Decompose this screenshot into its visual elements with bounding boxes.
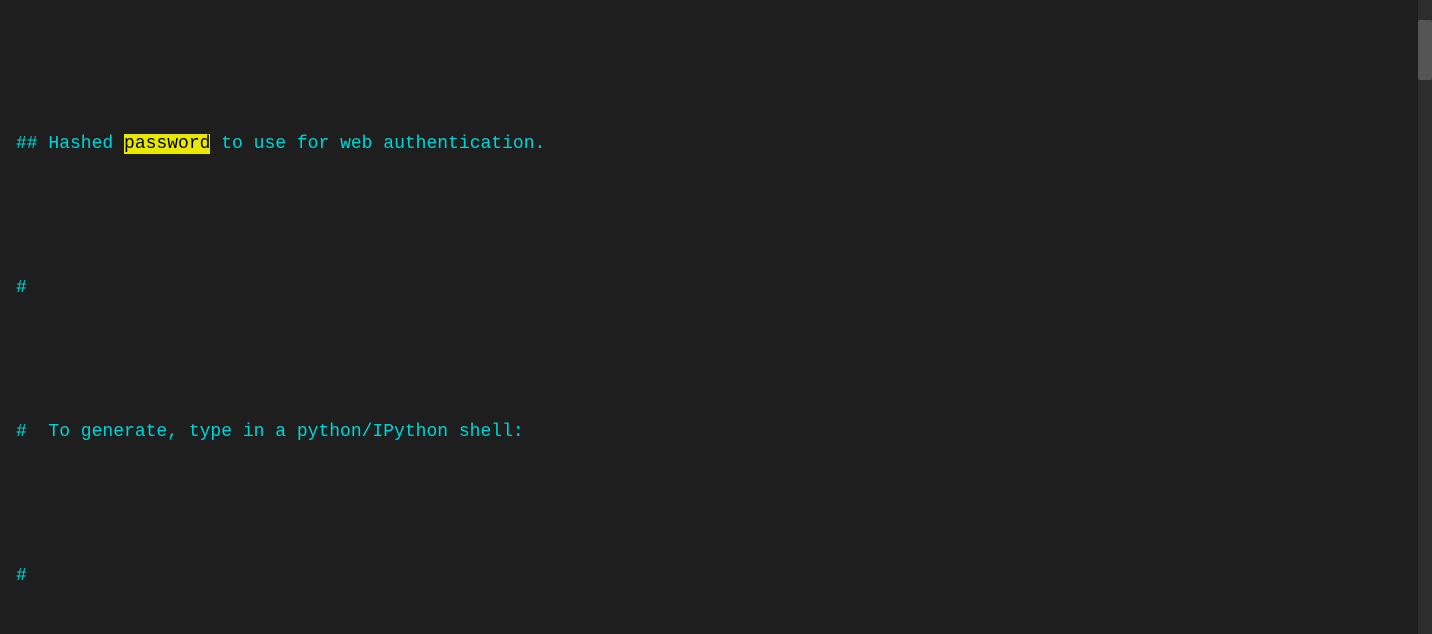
code-text: ## Hashed	[16, 134, 124, 154]
code-text: #	[16, 566, 27, 586]
code-text: #	[16, 278, 27, 298]
code-content[interactable]: ## Hashed password to use for web authen…	[0, 10, 1432, 634]
code-text: to use for web authentication.	[210, 134, 545, 154]
code-line-4: #	[16, 558, 1416, 594]
highlight-password-1: password	[124, 134, 210, 154]
scrollbar-thumb[interactable]	[1418, 20, 1432, 80]
code-line-3: # To generate, type in a python/IPython …	[16, 414, 1416, 450]
code-text: # To generate, type in a python/IPython …	[16, 422, 524, 442]
code-line-1: ## Hashed password to use for web authen…	[16, 126, 1416, 162]
scrollbar[interactable]	[1418, 0, 1432, 634]
code-line-2: #	[16, 270, 1416, 306]
code-editor: ## Hashed password to use for web authen…	[0, 0, 1432, 634]
